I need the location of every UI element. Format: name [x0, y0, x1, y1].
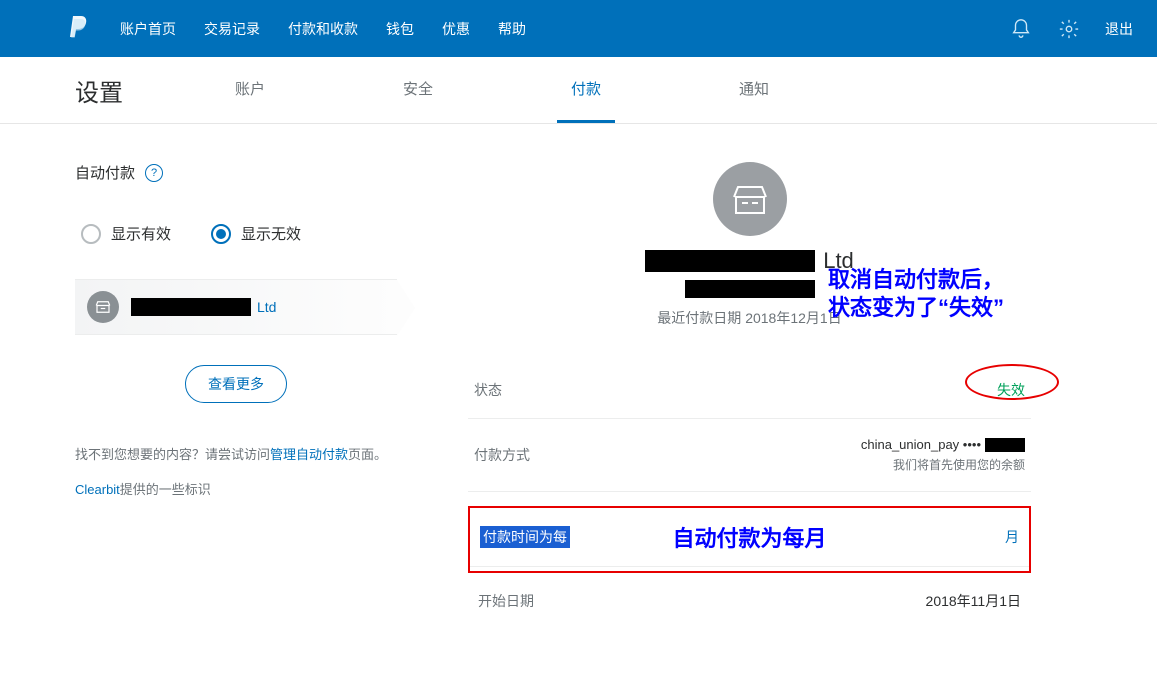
- nav-wallet[interactable]: 钱包: [386, 19, 414, 39]
- redacted-text: [131, 298, 251, 316]
- payment-method-note: 我们将首先使用您的余额: [893, 456, 1025, 473]
- start-date-value: 2018年11月1日: [926, 591, 1021, 611]
- logout-link[interactable]: 退出: [1105, 19, 1133, 39]
- frequency-label: 付款时间为每: [480, 526, 570, 548]
- nav-help[interactable]: 帮助: [498, 19, 526, 39]
- redacted-text: [645, 250, 815, 272]
- help-icon[interactable]: ?: [145, 164, 163, 182]
- auto-payments-title: 自动付款: [75, 162, 135, 183]
- annotation-box: 付款时间为每 自动付款为每月 月: [468, 506, 1031, 573]
- clearbit-note: 提供的一些标识: [120, 482, 211, 497]
- clearbit-link[interactable]: Clearbit: [75, 482, 120, 497]
- tab-notifications[interactable]: 通知: [725, 57, 783, 123]
- bell-icon[interactable]: [1009, 17, 1033, 41]
- store-icon: [87, 291, 119, 323]
- nav-offers[interactable]: 优惠: [442, 19, 470, 39]
- help-note-text-2: 页面。: [348, 447, 387, 462]
- start-date-label: 开始日期: [478, 591, 534, 611]
- radio-show-inactive-label: 显示无效: [241, 223, 301, 244]
- gear-icon[interactable]: [1057, 17, 1081, 41]
- frequency-value: 月: [1005, 527, 1019, 547]
- status-label: 状态: [474, 380, 502, 400]
- tab-payments[interactable]: 付款: [557, 57, 615, 123]
- annotation-text: 自动付款为每月: [672, 521, 826, 553]
- radio-show-active[interactable]: 显示有效: [81, 223, 171, 244]
- nav-activity[interactable]: 交易记录: [204, 19, 260, 39]
- nav-home[interactable]: 账户首页: [120, 19, 176, 39]
- page-title: 设置: [75, 73, 123, 108]
- merchant-name: Ltd: [131, 298, 276, 316]
- merchant-list-item[interactable]: Ltd: [75, 279, 397, 335]
- help-note-text: 找不到您想要的内容？请尝试访问: [75, 447, 270, 462]
- payment-method-value: china_union_pay ••••: [861, 437, 1025, 452]
- paypal-logo-icon[interactable]: [66, 14, 92, 44]
- merchant-avatar-icon: [713, 162, 787, 236]
- annotation-text: 取消自动付款后， 状态变为了“失效”: [828, 266, 1004, 321]
- manage-auto-payments-link[interactable]: 管理自动付款: [270, 447, 348, 462]
- redacted-text: [685, 280, 815, 298]
- radio-show-active-label: 显示有效: [111, 223, 171, 244]
- radio-show-inactive[interactable]: 显示无效: [211, 223, 301, 244]
- nav-send-request[interactable]: 付款和收款: [288, 19, 358, 39]
- redacted-text: [985, 438, 1025, 452]
- last-payment-label: 最近付款日期: [657, 310, 741, 326]
- show-more-button[interactable]: 查看更多: [185, 365, 287, 403]
- tab-security[interactable]: 安全: [389, 57, 447, 123]
- status-value: 失效: [997, 380, 1025, 400]
- tab-account[interactable]: 账户: [221, 57, 279, 123]
- payment-method-label: 付款方式: [474, 445, 530, 465]
